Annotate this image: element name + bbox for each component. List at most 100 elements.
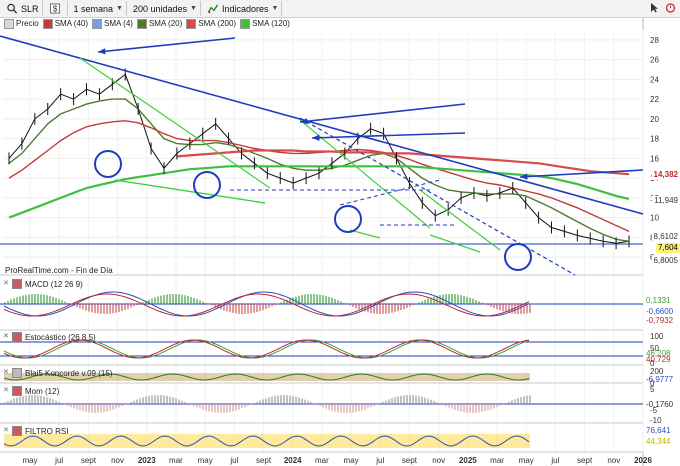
mom-bars [415,395,417,404]
period-selector[interactable]: 1 semana ▼ [71,1,127,16]
close-icon[interactable]: ✕ [3,387,9,394]
macd-histogram [253,304,255,313]
y-tick-label: 28 [650,36,659,45]
macd-value: -0,6600 [646,307,674,316]
mom-bars [112,404,114,410]
macd-histogram [16,297,18,304]
macd-histogram [169,294,171,304]
filtro-pane-title[interactable]: ✕ FILTRO RSI [3,426,68,436]
mom-bars [508,401,510,404]
macd-histogram [295,296,297,304]
mom-bars [70,404,72,408]
x-tick-label: jul [375,456,384,465]
x-tick-label: may [22,456,37,465]
y-tick-label: 26 [650,56,659,65]
mom-bars [118,404,120,408]
mom-bars [229,404,231,413]
cursor-icon[interactable] [649,2,660,13]
legend-item[interactable]: SMA (40) [42,18,88,29]
info-button[interactable]: $ [46,1,68,16]
alarm-icon[interactable] [665,2,676,13]
units-label: 200 unidades [132,3,188,14]
stoch-pane-title[interactable]: ✕ Estocástico (26 8 5) [3,332,96,342]
stoch-d [3,339,530,359]
legend-label: SMA (4) [104,19,133,28]
x-tick-label: sept [256,456,272,465]
stoch-tick: 100 [650,332,664,341]
mom-pane-title[interactable]: ✕ Mom (12) [3,386,59,396]
legend-item[interactable]: SMA (20) [136,18,182,29]
macd-histogram [460,295,462,304]
macd-histogram [502,304,504,312]
macd-histogram [46,295,48,304]
mom-bars [262,399,264,404]
indicators-button[interactable]: Indicadores ▼ [204,1,283,16]
legend-swatch [136,18,147,29]
price-label: 8,6102 [651,232,680,242]
x-tick-label: 2024 [284,456,302,465]
trend-line [339,179,441,206]
close-icon[interactable]: ✕ [3,333,9,340]
blai-icon [12,368,22,378]
x-tick-label: nov [607,456,620,465]
mom-bars [244,404,246,408]
mom-bars [115,404,117,409]
macd-histogram [202,301,204,304]
legend-label: SMA (120) [252,19,290,28]
mom-bars [316,404,318,405]
mom-bars [421,396,423,404]
mom-bars [397,396,399,404]
close-icon[interactable]: ✕ [3,280,9,287]
close-icon[interactable]: ✕ [3,427,9,434]
macd-histogram [529,304,531,313]
chevron-down-icon: ▼ [190,5,197,12]
mom-bars [121,404,123,407]
legend-item[interactable]: SMA (120) [240,18,290,29]
macd-histogram [412,304,414,306]
mom-bars [343,404,345,413]
macd-histogram [232,304,234,314]
macd-histogram [238,304,240,314]
x-tick-label: jul [550,456,559,465]
mom-bars [157,395,159,404]
mom-bars [442,404,444,405]
macd-histogram [463,295,465,304]
macd-histogram [403,304,405,310]
macd-histogram [376,304,378,314]
chart-canvas[interactable]: 2826242220181614121086mayjulseptnov2023m… [0,0,680,466]
macd-histogram [226,304,228,312]
source-label: ProRealTime.com - Fin de Día [5,266,113,275]
macd-histogram [280,302,282,304]
macd-pane-title[interactable]: ✕ MACD (12 26 9) [3,279,83,289]
mom-bars [451,404,453,409]
units-selector[interactable]: 200 unidades ▼ [130,1,201,16]
legend-item[interactable]: SMA (4) [92,18,133,29]
mom-bars [391,398,393,404]
close-icon[interactable]: ✕ [3,369,9,376]
mom-bars [394,397,396,404]
symbol-selector[interactable]: SLR [3,1,43,16]
mom-bars [217,404,219,413]
macd-histogram [478,301,480,304]
mom-bars [232,404,234,412]
macd-histogram [481,302,483,304]
legend-item[interactable]: SMA (200) [186,18,236,29]
mom-bars [253,403,255,404]
macd-histogram [454,294,456,304]
macd-histogram [457,294,459,304]
legend: Precio SMA (40) SMA (4) SMA (20) SMA (200) SM… [4,18,294,29]
blai-title: Blai5 Koncorde v.09 (15) [25,368,113,378]
mom-bars [466,404,468,413]
macd-histogram [274,304,276,306]
mom-bars [49,398,51,404]
window-controls [649,2,676,13]
mom-bars [499,404,501,406]
mom-bars [235,404,237,411]
macd-histogram [43,294,45,304]
macd-value: -0,7932 [646,316,674,325]
macd-histogram [61,300,63,304]
macd-histogram [475,300,477,304]
x-tick-label: jul [229,456,238,465]
blai-pane-title[interactable]: ✕ Blai5 Koncorde v.09 (15) [3,368,112,378]
legend-item[interactable]: Precio [4,18,39,29]
